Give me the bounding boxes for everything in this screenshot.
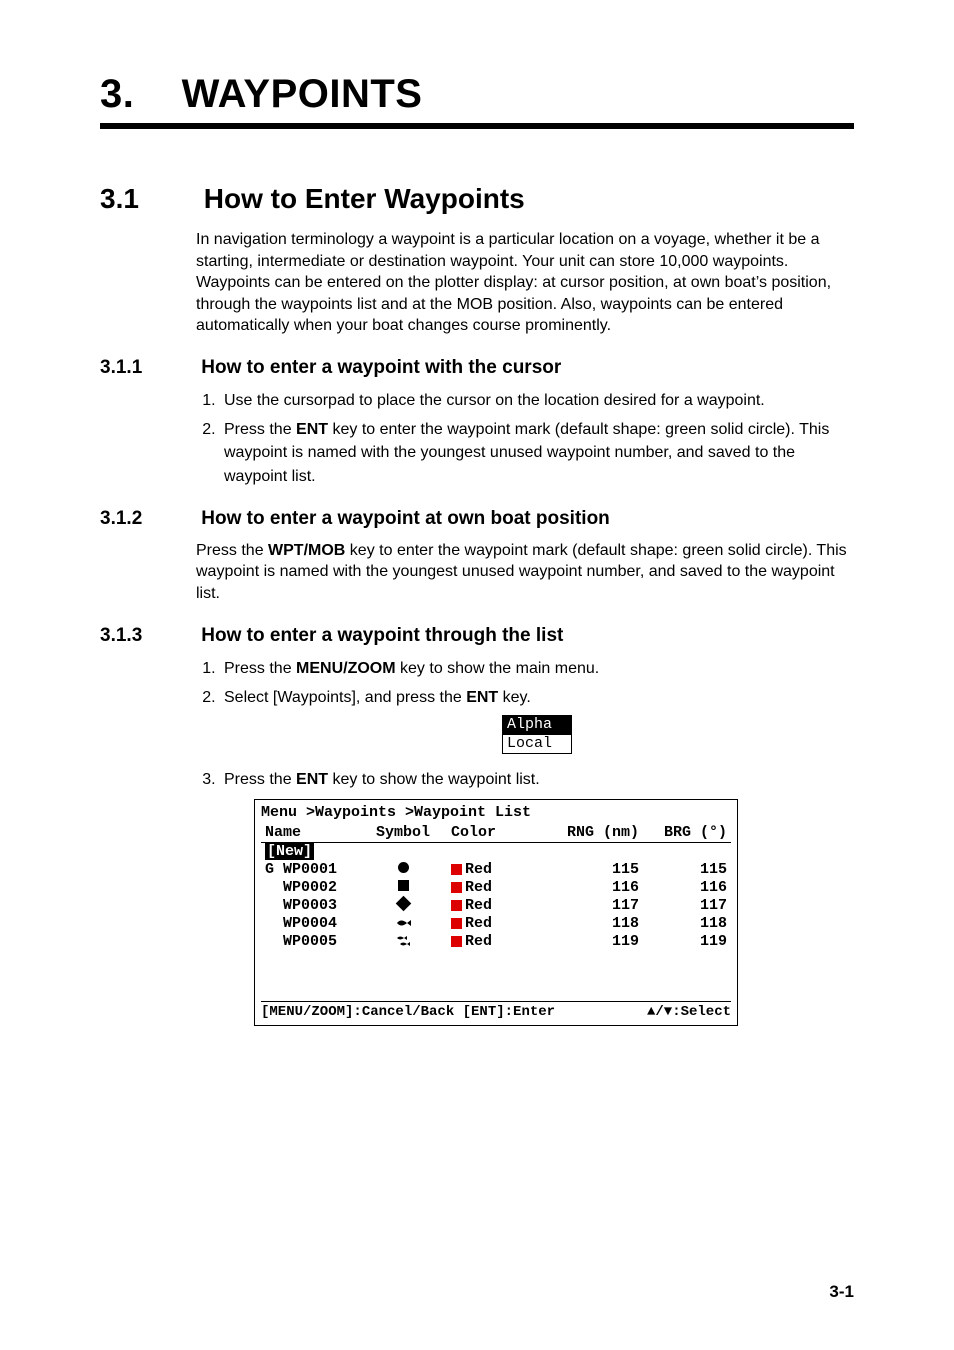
subsection-312-heading: 3.1.2 How to enter a waypoint at own boa… xyxy=(100,508,854,530)
col-symbol: Symbol xyxy=(359,824,447,843)
chapter-number: 3. xyxy=(100,72,170,117)
step-311-2: Press the ENT key to enter the waypoint … xyxy=(220,418,850,488)
red-swatch-icon xyxy=(451,864,462,875)
red-swatch-icon xyxy=(451,882,462,893)
col-brg: BRG (°) xyxy=(643,824,731,843)
row-new: [New] xyxy=(261,843,731,862)
table-row: WP0002 Red 116 116 xyxy=(261,879,731,897)
circle-icon xyxy=(398,862,409,873)
subsection-311-heading: 3.1.1 How to enter a waypoint with the c… xyxy=(100,357,854,379)
waypoint-list-figure: Menu >Waypoints >Waypoint List Name Symb… xyxy=(254,799,738,1026)
col-rng: RNG (nm) xyxy=(545,824,643,843)
table-row: WP0004 Red 118 118 xyxy=(261,915,731,933)
table-row: G WP0001 Red 115 115 xyxy=(261,861,731,879)
p-312: Press the WPT/MOB key to enter the waypo… xyxy=(196,540,850,605)
menu-figure: Alpha Local xyxy=(502,715,572,754)
red-swatch-icon xyxy=(451,936,462,947)
subsection-311-number: 3.1.1 xyxy=(100,357,196,379)
menu-option-local: Local xyxy=(502,734,572,754)
table-row: WP0003 Red 117 117 xyxy=(261,897,731,915)
subsection-312-title: How to enter a waypoint at own boat posi… xyxy=(201,508,610,529)
red-swatch-icon xyxy=(451,918,462,929)
section-number: 3.1 xyxy=(100,183,196,215)
step-311-1: Use the cursorpad to place the cursor on… xyxy=(220,389,850,412)
red-swatch-icon xyxy=(451,900,462,911)
step-313-1: Press the MENU/ZOOM key to show the main… xyxy=(220,657,850,680)
subsection-311-title: How to enter a waypoint with the cursor xyxy=(201,357,561,378)
chapter-heading: 3. WAYPOINTS xyxy=(100,72,854,129)
waypoint-list-breadcrumb: Menu >Waypoints >Waypoint List xyxy=(261,804,731,824)
chapter-title-text: WAYPOINTS xyxy=(182,72,423,116)
subsection-313-heading: 3.1.3 How to enter a waypoint through th… xyxy=(100,625,854,647)
section-title: How to Enter Waypoints xyxy=(204,183,525,214)
menu-option-alpha: Alpha xyxy=(502,715,572,734)
section-heading: 3.1 How to Enter Waypoints xyxy=(100,183,854,215)
step-313-3: Press the ENT key to show the waypoint l… xyxy=(220,768,850,1026)
col-color: Color xyxy=(447,824,545,843)
subsection-313-title: How to enter a waypoint through the list xyxy=(201,625,563,646)
subsection-312-number: 3.1.2 xyxy=(100,508,196,530)
fish-icon xyxy=(395,918,411,928)
page-number: 3-1 xyxy=(829,1282,854,1302)
table-row: WP0005 Red 119 119 xyxy=(261,933,731,951)
square-icon xyxy=(398,880,409,891)
subsection-313-number: 3.1.3 xyxy=(100,625,196,647)
figure-footer-right: ▲/▼:Select xyxy=(647,1004,731,1021)
figure-footer-left: [MENU/ZOOM]:Cancel/Back [ENT]:Enter xyxy=(261,1004,555,1021)
section-intro: In navigation terminology a waypoint is … xyxy=(196,229,850,337)
step-313-2: Select [Waypoints], and press the ENT ke… xyxy=(220,686,850,754)
col-name: Name xyxy=(261,824,359,843)
diamond-icon xyxy=(395,896,411,912)
fish-group-icon xyxy=(395,935,411,947)
